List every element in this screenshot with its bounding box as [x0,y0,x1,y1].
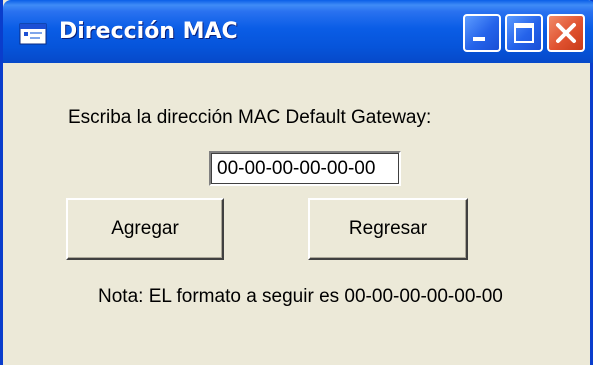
mac-address-input[interactable] [209,151,401,186]
add-button[interactable]: Agregar [66,198,224,260]
window-title: Dirección MAC [59,19,238,44]
title-bar[interactable]: Dirección MAC [3,0,593,63]
minimize-icon [473,37,485,41]
close-button[interactable] [547,14,585,52]
back-button[interactable]: Regresar [308,198,468,260]
minimize-button[interactable] [463,14,501,52]
maximize-button[interactable] [505,14,543,52]
mac-prompt-label: Escriba la dirección MAC Default Gateway… [68,107,432,128]
mac-address-window: Dirección MAC Escriba la dirección MAC D… [0,0,593,365]
close-icon [556,23,576,43]
format-note: Nota: EL formato a seguir es 00-00-00-00… [98,286,503,307]
app-icon [19,23,47,45]
maximize-icon [514,23,534,43]
